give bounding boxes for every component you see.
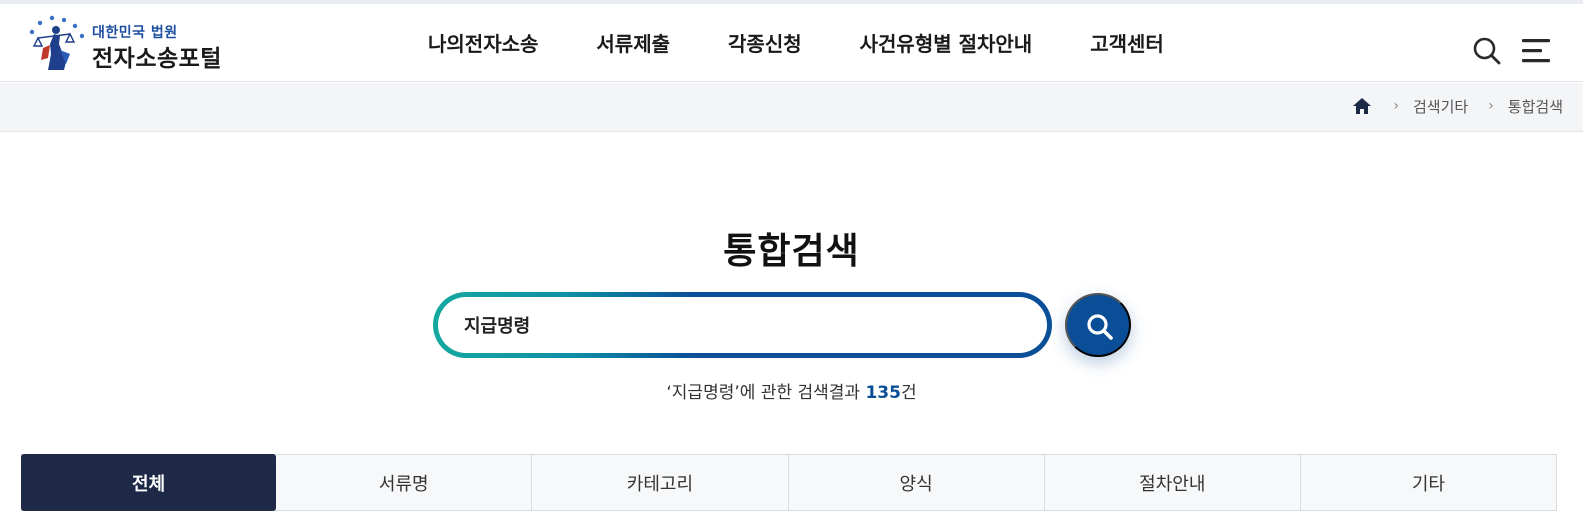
search-field-frame — [433, 292, 1052, 358]
hamburger-menu-icon[interactable] — [1520, 36, 1552, 66]
search-button[interactable] — [1065, 293, 1131, 357]
tab-document-name[interactable]: 서류명 — [276, 455, 533, 510]
result-text-prefix: ‘지급명령’에 관한 검색결과 — [666, 383, 866, 403]
nav-item-customer-center[interactable]: 고객센터 — [1090, 30, 1164, 60]
breadcrumb: › 검색기타 › 통합검색 — [1351, 95, 1563, 117]
site-logo[interactable]: 대한민국 법원 전자소송포털 — [26, 14, 266, 72]
chevron-right-icon: › — [1393, 98, 1399, 114]
page-title: 통합검색 — [723, 231, 860, 272]
result-count: 135 — [865, 383, 901, 403]
tab-form[interactable]: 양식 — [789, 455, 1045, 510]
main-navigation: 나의전자소송 서류제출 각종신청 사건유형별 절차안내 고객센터 — [428, 30, 1164, 60]
nav-item-my-ecourt[interactable]: 나의전자소송 — [428, 30, 538, 60]
search-icon — [1087, 314, 1113, 340]
breadcrumb-item-search-etc[interactable]: 검색기타 — [1413, 96, 1468, 117]
chevron-right-icon: › — [1488, 98, 1494, 114]
breadcrumb-bar: › 검색기타 › 통합검색 — [0, 83, 1583, 132]
home-icon[interactable] — [1351, 95, 1373, 117]
tab-category[interactable]: 카테고리 — [532, 455, 789, 510]
tab-procedure-guide[interactable]: 절차안내 — [1045, 455, 1301, 510]
nav-item-procedure-guide[interactable]: 사건유형별 절차안내 — [860, 30, 1033, 60]
tab-etc[interactable]: 기타 — [1301, 455, 1556, 510]
logo-title: 전자소송포털 — [92, 46, 222, 72]
result-category-tabs: 전체 서류명 카테고리 양식 절차안내 기타 — [21, 454, 1557, 511]
site-header: 대한민국 법원 전자소송포털 나의전자소송 서류제출 각종신청 사건유형별 절차… — [0, 4, 1583, 82]
breadcrumb-item-current[interactable]: 통합검색 — [1508, 96, 1563, 117]
search-icon[interactable] — [1470, 34, 1504, 68]
nav-item-document-submission[interactable]: 서류제출 — [596, 30, 670, 60]
nav-item-applications[interactable]: 각종신청 — [728, 30, 802, 60]
court-emblem-icon — [29, 15, 85, 70]
search-result-summary: ‘지급명령’에 관한 검색결과 135건 — [0, 378, 1583, 403]
search-field-inner — [438, 297, 1047, 353]
tab-all[interactable]: 전체 — [21, 454, 277, 511]
result-text-suffix: 건 — [900, 383, 917, 403]
search-input[interactable] — [438, 297, 1047, 353]
